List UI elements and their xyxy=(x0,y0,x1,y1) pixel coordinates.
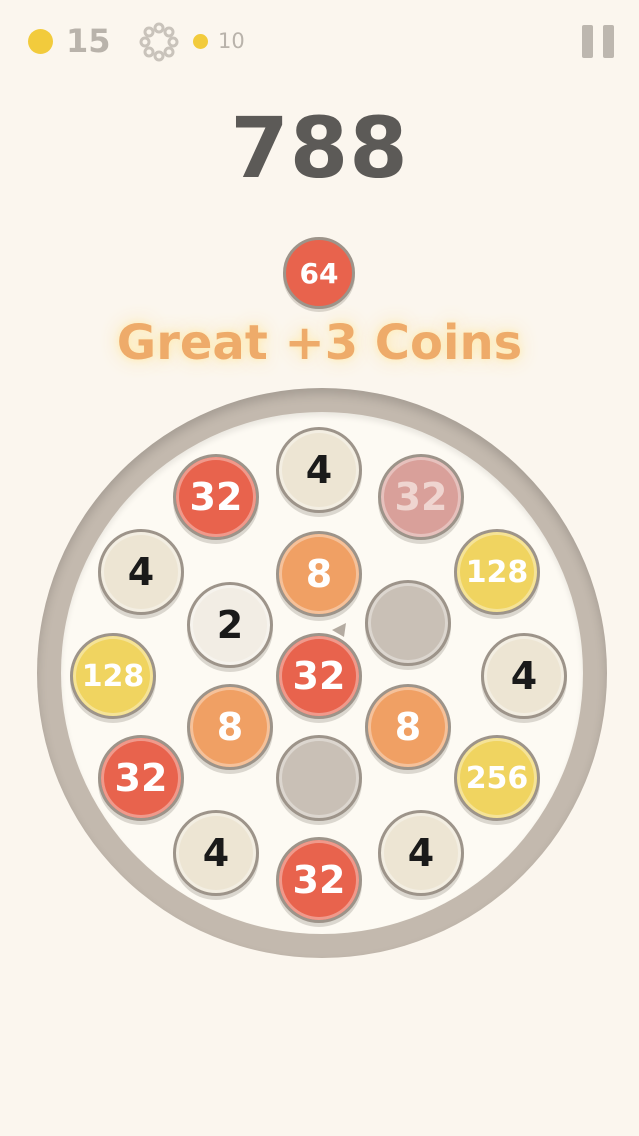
gear-cost: 10 xyxy=(218,29,245,53)
pause-icon-bar xyxy=(603,25,614,58)
coin-icon xyxy=(28,29,53,54)
board-tile[interactable]: 8 xyxy=(365,684,451,770)
board-tile[interactable]: 8 xyxy=(276,531,362,617)
empty-slot[interactable] xyxy=(365,580,451,666)
board-tile[interactable]: 256 xyxy=(454,735,540,821)
board-tile[interactable]: 4 xyxy=(481,633,567,719)
board-tile[interactable]: 32 xyxy=(276,633,362,719)
board-tile[interactable]: 128 xyxy=(454,529,540,615)
board-tile[interactable]: 4 xyxy=(378,810,464,896)
board-tile[interactable]: 4 xyxy=(173,810,259,896)
board-tile[interactable]: 32 xyxy=(276,837,362,923)
pause-icon-bar xyxy=(582,25,593,58)
gear-icon[interactable] xyxy=(139,22,179,62)
board-tile[interactable]: 4 xyxy=(276,427,362,513)
empty-slot[interactable] xyxy=(276,735,362,821)
game-screen: 15 10 788 64 Great +3 Coins 4 32 32 4 8 128 2 1… xyxy=(0,0,639,1136)
pause-button[interactable] xyxy=(582,25,614,58)
board-tile[interactable]: 128 xyxy=(70,633,156,719)
board-tile[interactable]: 2 xyxy=(187,582,273,668)
coin-icon-small xyxy=(193,34,208,49)
board-tile[interactable]: 8 xyxy=(187,684,273,770)
board-tile[interactable]: 32 xyxy=(378,454,464,540)
board-tile[interactable]: 32 xyxy=(173,454,259,540)
board-tile[interactable]: 32 xyxy=(98,735,184,821)
reward-message: Great +3 Coins xyxy=(116,315,523,371)
coin-count: 15 xyxy=(66,22,111,60)
next-tile: 64 xyxy=(283,237,355,309)
score: 788 xyxy=(230,99,409,197)
board-tile[interactable]: 4 xyxy=(98,529,184,615)
